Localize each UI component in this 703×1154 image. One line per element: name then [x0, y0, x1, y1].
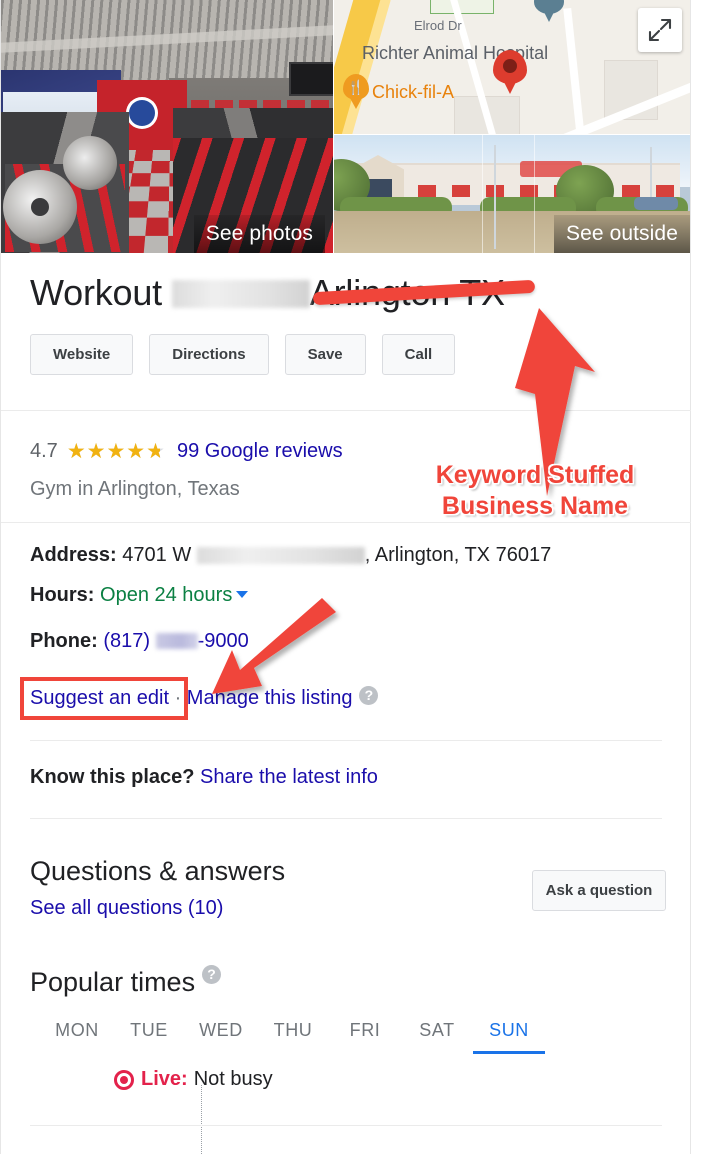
- reviews-link[interactable]: 99 Google reviews: [177, 440, 343, 463]
- panorama-seam-a: [482, 135, 483, 253]
- live-label: Live:: [141, 1068, 188, 1090]
- gym-interior-photo[interactable]: See photos: [1, 0, 333, 253]
- divider-details: [1, 522, 691, 523]
- map-pin-icon: [493, 50, 527, 94]
- rating-value: 4.7: [30, 440, 58, 462]
- divider-know-place: [30, 740, 662, 741]
- highway: [334, 0, 382, 134]
- redacted-name-block: [171, 280, 310, 308]
- restaurant-icon: 🍴: [343, 74, 369, 109]
- phone-label: Phone:: [30, 630, 98, 652]
- see-photos-caption[interactable]: See photos: [193, 215, 325, 253]
- chart-baseline: [30, 1125, 662, 1126]
- tab-thu[interactable]: THU: [257, 1020, 329, 1054]
- callout-line-1: Keyword Stuffed: [435, 461, 635, 489]
- chevron-down-icon[interactable]: [236, 591, 249, 598]
- know-this-place-label: Know this place?: [30, 766, 195, 788]
- callout-line-2: Business Name: [441, 492, 629, 520]
- panorama-seam-b: [534, 135, 535, 253]
- live-dot-icon: [114, 1069, 134, 1090]
- map-label-elrod: Elrod Dr: [414, 18, 462, 33]
- elliptical-wheel-b: [63, 136, 117, 190]
- know-this-place-row: Know this place? Share the latest info: [30, 766, 378, 789]
- popular-times-label: Popular times: [30, 967, 196, 997]
- utility-pole: [494, 145, 496, 249]
- map-block-1: [430, 0, 494, 14]
- action-buttons: Website Directions Save Call: [30, 334, 456, 375]
- media-strip: See photos Elrod Dr Richter Animal Hospi…: [1, 0, 690, 253]
- phone-row: Phone: (817) -9000: [30, 630, 249, 653]
- street-view-photo[interactable]: See outside: [334, 135, 690, 253]
- parked-car: [634, 197, 678, 210]
- teal-poi-pin-icon: [534, 0, 564, 22]
- tab-sat[interactable]: SAT: [401, 1020, 473, 1054]
- map-thumbnail[interactable]: Elrod Dr Richter Animal Hospital 🍴 Chick…: [334, 0, 690, 134]
- elliptical-wheel-a: [3, 170, 77, 244]
- see-all-questions-link[interactable]: See all questions (10): [30, 897, 223, 920]
- rating-row: 4.7 ★★★★★ ★★★★★ 99 Google reviews: [30, 440, 343, 463]
- divider-top: [1, 410, 691, 411]
- star-rating: ★★★★★ ★★★★★: [66, 440, 166, 463]
- tab-wed[interactable]: WED: [185, 1020, 257, 1054]
- hours-row: Hours: Open 24 hours: [30, 584, 249, 607]
- manage-this-listing-link[interactable]: Manage this listing: [187, 687, 353, 709]
- day-tabs: MON TUE WED THU FRI SAT SUN: [41, 1020, 545, 1054]
- phone-prefix[interactable]: (817): [103, 630, 150, 652]
- call-button[interactable]: Call: [381, 334, 456, 375]
- popular-times-heading: Popular times?: [30, 965, 222, 998]
- redacted-street-block: [196, 547, 365, 564]
- directions-button[interactable]: Directions: [149, 334, 269, 375]
- share-latest-info-link[interactable]: Share the latest info: [200, 766, 378, 788]
- tab-fri[interactable]: FRI: [329, 1020, 401, 1054]
- suggest-edit-highlight-box: [20, 677, 188, 720]
- phone-suffix[interactable]: -9000: [198, 630, 249, 652]
- business-category: Gym in Arlington, Texas: [30, 478, 240, 500]
- road-3: [563, 7, 585, 134]
- address-suffix: , Arlington, TX 76017: [364, 544, 552, 566]
- live-value: Not busy: [193, 1068, 273, 1090]
- hours-value: Open 24 hours: [100, 584, 233, 606]
- business-name-prefix: Workout: [30, 272, 162, 313]
- divider-qa: [30, 818, 662, 819]
- qa-heading: Questions & answers: [30, 856, 286, 886]
- expand-map-button[interactable]: [638, 8, 682, 52]
- address-row: Address: 4701 W , Arlington, TX 76017: [30, 544, 551, 567]
- website-button[interactable]: Website: [30, 334, 134, 375]
- tab-tue[interactable]: TUE: [113, 1020, 185, 1054]
- address-label: Address:: [30, 544, 117, 566]
- star-rating-fill: ★★★★★: [66, 441, 160, 462]
- panel-card: See photos Elrod Dr Richter Animal Hospi…: [0, 0, 691, 1154]
- map-poi-chickfila: Chick-fil-A: [372, 82, 455, 102]
- tab-mon[interactable]: MON: [41, 1020, 113, 1054]
- keyword-stuffed-callout: Keyword Stuffed Business Name: [410, 460, 660, 522]
- ask-a-question-button[interactable]: Ask a question: [532, 870, 666, 911]
- save-button[interactable]: Save: [284, 334, 366, 375]
- see-outside-caption[interactable]: See outside: [553, 215, 690, 253]
- help-icon[interactable]: ?: [359, 686, 379, 705]
- help-icon[interactable]: ?: [202, 965, 222, 984]
- live-status: Live: Not busy: [114, 1068, 273, 1091]
- current-time-marker: [201, 1085, 202, 1154]
- address-prefix: 4701 W: [122, 544, 192, 566]
- hours-label: Hours:: [30, 584, 95, 606]
- wall-tv: [289, 62, 333, 96]
- light-pole: [650, 147, 652, 201]
- road-2: [491, 73, 690, 134]
- redacted-phone-block: [155, 633, 198, 649]
- tab-sun[interactable]: SUN: [473, 1020, 545, 1054]
- google-business-knowledge-panel: See photos Elrod Dr Richter Animal Hospi…: [0, 0, 703, 1154]
